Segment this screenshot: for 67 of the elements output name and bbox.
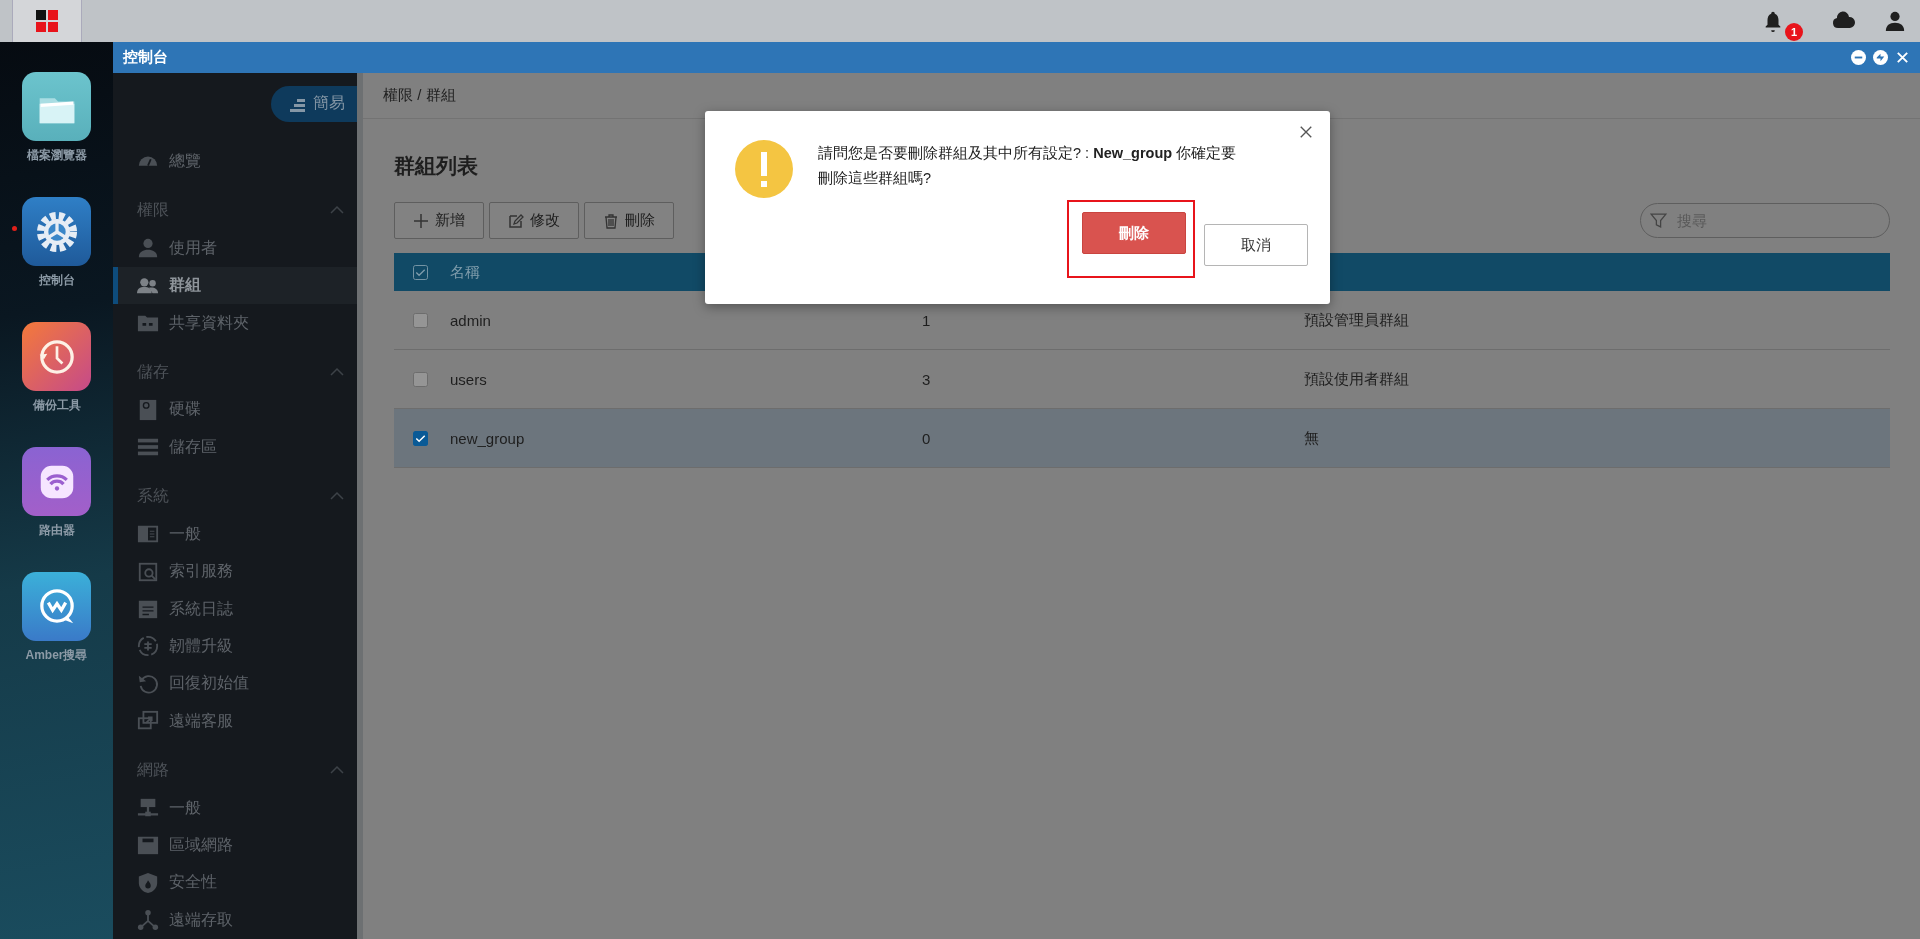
section-title: 權限 [137, 200, 169, 221]
magnifier-icon [137, 560, 159, 583]
table-cell: 預設使用者群組 [1304, 369, 1409, 387]
notification-badge: 1 [1785, 23, 1803, 41]
sidebar-item[interactable]: 總覽 [113, 142, 357, 181]
sidebar-item[interactable]: 一般 [113, 789, 357, 827]
toolbar-button[interactable]: 刪除 [584, 202, 674, 239]
sidebar-item[interactable]: 系統日誌 [113, 590, 357, 628]
trash-icon [603, 212, 619, 229]
dialog-message: 請問您是否要刪除群組及其中所有設定? : New_group 你確定要刪除這些群組嗎? [818, 144, 1238, 188]
table-cell: 預設管理員群組 [1304, 310, 1409, 328]
checkbox[interactable] [413, 371, 428, 387]
person-icon [137, 237, 159, 260]
start-button[interactable] [12, 0, 82, 42]
dock-app[interactable]: 備份工具 [0, 322, 113, 414]
sidebar-item[interactable]: 索引服務 [113, 552, 357, 591]
table-cell: 無 [1304, 428, 1319, 446]
checkbox[interactable] [413, 312, 428, 328]
sidebar-item[interactable]: 一般 [113, 515, 357, 553]
lan-icon [137, 834, 159, 857]
section-title: 系統 [137, 486, 169, 507]
sidebar-item[interactable]: 使用者 [113, 229, 357, 268]
sidebar-item[interactable]: 群組 [113, 267, 357, 305]
grid-logo-icon [36, 10, 58, 32]
dock-app[interactable]: 控制台 [0, 197, 113, 289]
delete-button[interactable]: 刪除 [1082, 212, 1186, 254]
checkbox-checked[interactable] [413, 430, 428, 446]
notepad-icon [137, 598, 159, 620]
window-title: 控制台 [123, 48, 169, 67]
table-cell: users [450, 370, 487, 388]
toolbar-button[interactable]: 修改 [489, 202, 579, 239]
plus-icon [413, 212, 429, 229]
table-cell: 1 [922, 311, 931, 329]
section-title: 儲存 [137, 362, 169, 383]
sidebar-item[interactable]: 遠端客服 [113, 702, 357, 740]
close-icon[interactable] [1299, 125, 1313, 139]
checkbox-checked[interactable] [413, 264, 428, 280]
toolbar-button[interactable]: 新增 [394, 202, 484, 239]
sidebar-item[interactable]: 安全性 [113, 864, 357, 902]
dock-app[interactable]: Amber搜尋 [0, 572, 113, 664]
filter-icon [1650, 212, 1667, 229]
sidebar-item[interactable]: 韌體升級 [113, 627, 357, 666]
warning-icon [735, 140, 793, 198]
nodes-icon [137, 909, 159, 932]
sidebar-item[interactable]: 遠端存取 [113, 901, 357, 939]
cancel-button[interactable]: 取消 [1204, 224, 1308, 266]
dock-app[interactable]: 檔案瀏覽器 [0, 72, 113, 164]
sidebar-item[interactable]: 硬碟 [113, 391, 357, 429]
simple-mode-button[interactable]: 簡易 [271, 86, 357, 122]
breadcrumb: 權限 / 群組 [383, 86, 456, 105]
page-title: 群組列表 [394, 153, 478, 179]
edit-icon [508, 212, 524, 229]
sidebar-item[interactable]: 區域網路 [113, 826, 357, 865]
dock-app[interactable]: 路由器 [0, 447, 113, 539]
sidebar-item[interactable]: 回復初始值 [113, 665, 357, 703]
reset-icon [137, 672, 159, 695]
shield-icon [137, 871, 159, 894]
table-cell: 0 [922, 429, 931, 447]
user-icon[interactable] [1884, 10, 1906, 32]
sidebar-item[interactable]: 共享資料夾 [113, 304, 357, 342]
section-title: 網路 [137, 760, 169, 781]
table-cell: 3 [922, 370, 931, 388]
column-header[interactable]: 名稱 [450, 262, 480, 280]
minimize-icon[interactable] [1851, 50, 1866, 65]
sidebar-item[interactable]: 儲存區 [113, 428, 357, 467]
table-cell: new_group [450, 429, 525, 447]
table-cell: admin [450, 311, 491, 329]
